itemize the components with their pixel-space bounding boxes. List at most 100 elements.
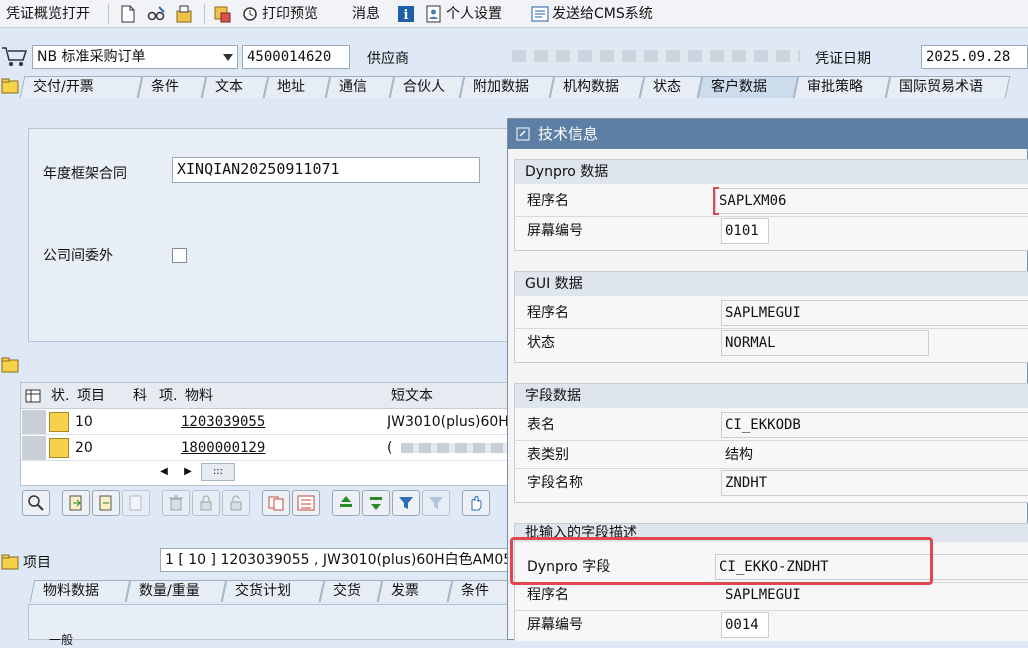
tab-header-1[interactable]: 条件	[137, 76, 207, 98]
screen-number-field[interactable]: 0101	[721, 218, 769, 244]
material-link[interactable]: 1203039055	[181, 409, 381, 435]
status-icon	[49, 438, 69, 458]
row-selector[interactable]	[22, 436, 46, 460]
copy-button[interactable]	[262, 490, 290, 516]
new-document-icon[interactable]	[118, 4, 138, 24]
tab-label: 数量/重量	[139, 583, 200, 599]
tab-item-3[interactable]: 交货	[319, 580, 383, 602]
other-document-icon[interactable]	[174, 4, 194, 24]
scroll-right-icon[interactable]: ▶	[181, 465, 195, 479]
tab-header-3[interactable]: 地址	[263, 76, 331, 98]
scroll-left-icon[interactable]: ◀	[157, 465, 171, 479]
tab-header-7[interactable]: 机构数据	[549, 76, 645, 98]
tree-button[interactable]	[292, 490, 320, 516]
tab-header-9[interactable]: 客户数据	[697, 76, 799, 98]
tab-label: 国际贸易术语	[899, 79, 983, 95]
tab-item-1[interactable]: 数量/重量	[125, 580, 227, 602]
tab-header-4[interactable]: 通信	[325, 76, 395, 98]
intercompany-checkbox[interactable]	[172, 248, 187, 263]
print-preview-icon[interactable]	[240, 4, 260, 24]
col-item: 项目	[77, 388, 105, 404]
batch-screen-field[interactable]: 0014	[721, 612, 769, 638]
annual-contract-field[interactable]: XINQIAN20250911071	[172, 157, 480, 183]
tab-header-11[interactable]: 国际贸易术语	[885, 76, 1011, 98]
filter-icon	[399, 497, 413, 509]
gui-program-field[interactable]: SAPLMEGUI	[721, 300, 1028, 326]
status-field[interactable]: NORMAL	[721, 330, 929, 356]
group-title: 字段数据	[515, 384, 1028, 408]
services-button[interactable]	[462, 490, 490, 516]
copy-item-button[interactable]	[62, 490, 90, 516]
unlock-button[interactable]	[222, 490, 250, 516]
unlock-icon	[230, 495, 242, 511]
item-detail-panel: 一般	[28, 604, 508, 647]
tab-item-0[interactable]: 物料数据	[29, 580, 131, 602]
hold-icon[interactable]	[212, 4, 232, 24]
tab-header-6[interactable]: 附加数据	[459, 76, 555, 98]
table-name-field[interactable]: CI_EKKODB	[721, 412, 1028, 438]
send-cms-icon[interactable]	[530, 4, 550, 24]
item-detail-select[interactable]: 1 [ 10 ] 1203039055 , JW3010(plus)60H白色A…	[160, 548, 510, 572]
personal-settings-icon[interactable]	[424, 4, 444, 24]
tab-header-8[interactable]: 状态	[639, 76, 703, 98]
col-status: 状.	[51, 388, 70, 404]
edit-glasses-icon[interactable]	[146, 4, 166, 24]
cart-icon[interactable]	[0, 44, 28, 68]
program-name-field[interactable]: SAPLXM06	[715, 188, 1028, 214]
tab-item-2[interactable]: 交货计划	[221, 580, 325, 602]
table-row[interactable]: 10 1203039055 JW3010(plus)60H白	[21, 409, 511, 435]
delete-button[interactable]	[162, 490, 190, 516]
edit-window-icon	[516, 127, 530, 141]
filter-delete-button[interactable]	[422, 490, 450, 516]
sort-icon	[340, 496, 352, 507]
collapse-items-icon[interactable]	[0, 355, 20, 375]
field-name-field[interactable]: ZNDHT	[721, 470, 1028, 496]
copy-icon	[268, 496, 284, 511]
row-selector[interactable]	[22, 410, 46, 434]
doc-type-select[interactable]: NB 标准采购订单	[32, 45, 238, 69]
item-table-header: 状. 项目 科 项. 物料 短文本	[21, 383, 511, 409]
print-preview-button[interactable]: 打印预览	[262, 0, 318, 28]
short-text-redacted	[401, 443, 511, 453]
sort-descending-button[interactable]	[362, 490, 390, 516]
tab-header-5[interactable]: 合伙人	[389, 76, 465, 98]
tab-label: 通信	[339, 79, 367, 95]
tab-header-10[interactable]: 审批策略	[793, 76, 891, 98]
col-acct: 科	[133, 388, 147, 404]
copy-item-alt-button[interactable]	[92, 490, 120, 516]
material-link[interactable]: 1800000129	[181, 435, 381, 461]
cursor-marker	[713, 187, 719, 215]
doc-date-field[interactable]: 2025.09.28	[921, 45, 1028, 69]
tab-label: 物料数据	[43, 583, 99, 599]
personal-settings-button[interactable]: 个人设置	[446, 0, 502, 28]
info-icon[interactable]: i	[396, 4, 416, 24]
toolbar-separator	[204, 4, 205, 24]
dialog-titlebar[interactable]: 技术信息	[508, 119, 1028, 149]
tab-item-4[interactable]: 发票	[377, 580, 453, 602]
insert-button[interactable]	[122, 490, 150, 516]
field-data-group: 字段数据 表名 CI_EKKODB 表类别 结构 字段名称 ZNDHT	[514, 383, 1028, 503]
tab-label: 文本	[215, 79, 243, 95]
scroll-thumb[interactable]: :::	[201, 463, 235, 481]
filter-button[interactable]	[392, 490, 420, 516]
sort-ascending-button[interactable]	[332, 490, 360, 516]
lock-button[interactable]	[192, 490, 220, 516]
magnifier-icon	[28, 495, 44, 511]
collapse-item-detail-icon[interactable]	[0, 552, 20, 572]
po-number-field[interactable]: 4500014620	[242, 45, 350, 69]
send-cms-button[interactable]: 发送给CMS系统	[552, 0, 653, 28]
tab-item-5[interactable]: 条件	[447, 580, 513, 602]
tab-label: 地址	[277, 79, 305, 95]
table-row[interactable]: 20 1800000129 (	[21, 435, 511, 461]
tab-header-2[interactable]: 文本	[201, 76, 269, 98]
table-settings-icon[interactable]	[25, 388, 41, 404]
collapse-header-icon[interactable]	[0, 76, 20, 96]
gui-data-group: GUI 数据 程序名 SAPLMEGUI 状态 NORMAL	[514, 271, 1028, 363]
hand-icon	[471, 496, 482, 511]
overview-button[interactable]: 凭证概览打开	[6, 0, 90, 28]
table-type-label: 表类别	[527, 447, 569, 463]
messages-button[interactable]: 消息	[352, 0, 380, 28]
details-button[interactable]	[22, 490, 50, 516]
tab-header-0[interactable]: 交付/开票	[19, 76, 143, 98]
toolbar-separator	[108, 4, 109, 24]
